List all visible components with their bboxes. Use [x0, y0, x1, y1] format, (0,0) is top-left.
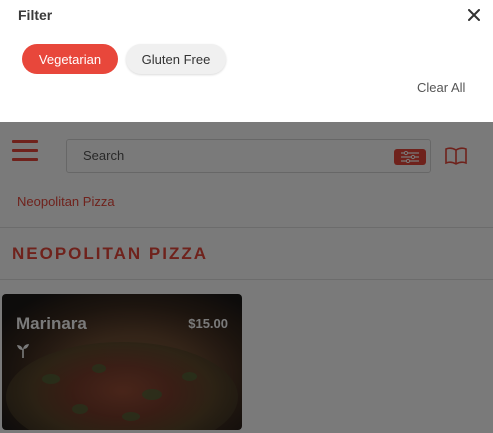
search-input[interactable]: [83, 148, 383, 163]
breadcrumb[interactable]: Neopolitan Pizza: [17, 194, 115, 209]
open-book-icon[interactable]: [445, 146, 467, 166]
divider: [0, 279, 493, 280]
menu-page: Neopolitan Pizza NEOPOLITAN PIZZA Marina…: [0, 122, 493, 433]
hamburger-menu-icon[interactable]: [12, 140, 38, 162]
divider: [0, 227, 493, 228]
menu-item-card[interactable]: Marinara $15.00: [2, 294, 242, 430]
filter-panel: Filter Vegetarian Gluten Free Clear All: [0, 0, 493, 122]
close-button[interactable]: [465, 6, 483, 24]
filter-button[interactable]: [394, 149, 426, 165]
filter-title: Filter: [18, 7, 53, 23]
sliders-icon: [401, 151, 419, 163]
menu-item-price: $15.00: [188, 316, 228, 331]
close-icon: [468, 9, 480, 21]
chip-vegetarian[interactable]: Vegetarian: [22, 44, 118, 74]
menu-item-name: Marinara: [16, 314, 87, 333]
clear-all-button[interactable]: Clear All: [417, 80, 465, 95]
top-bar: [0, 122, 493, 190]
chip-gluten-free[interactable]: Gluten Free: [126, 44, 226, 74]
vegetarian-sprout-icon: [17, 344, 29, 358]
search-box: [66, 139, 431, 173]
section-title: NEOPOLITAN PIZZA: [12, 244, 209, 263]
